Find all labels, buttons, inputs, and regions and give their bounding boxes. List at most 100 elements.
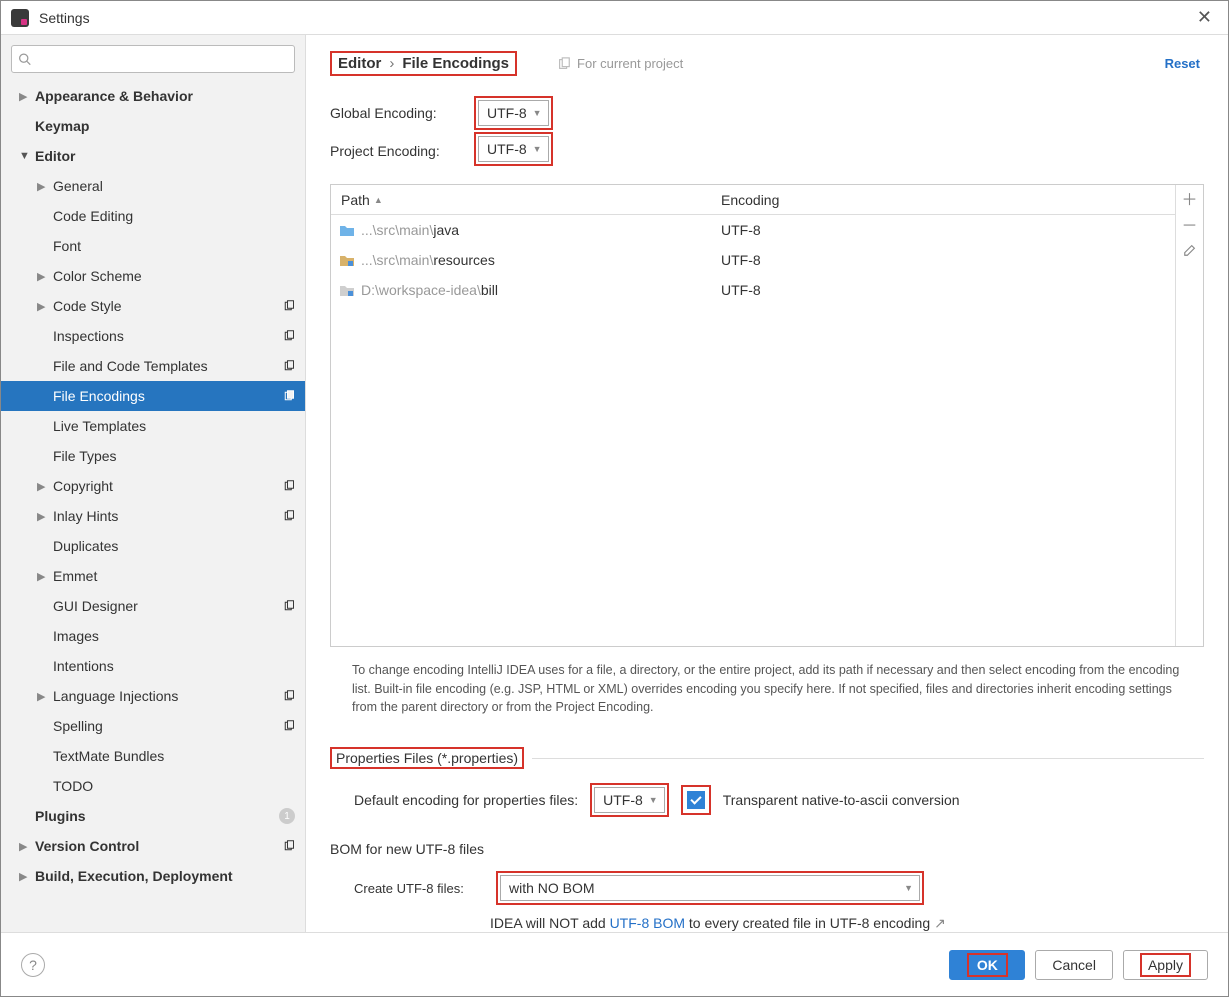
tree-item[interactable]: ▶Language Injections — [1, 681, 305, 711]
tree-item-label: GUI Designer — [53, 598, 283, 614]
help-icon[interactable]: ? — [21, 953, 45, 977]
close-icon[interactable]: ✕ — [1191, 7, 1218, 28]
ok-button[interactable]: OK — [949, 950, 1025, 980]
tree-item[interactable]: Code Editing — [1, 201, 305, 231]
encoding-table: Path ▲ Encoding ...\src\main\javaUTF-8..… — [330, 184, 1204, 647]
create-utf8-combo[interactable]: with NO BOM ▼ — [500, 875, 920, 901]
tree-item[interactable]: TextMate Bundles — [1, 741, 305, 771]
table-row[interactable]: ...\src\main\javaUTF-8 — [331, 215, 1175, 245]
copy-icon — [557, 57, 571, 71]
footer: ? OK Cancel Apply — [1, 932, 1228, 996]
tree-item-label: Keymap — [35, 118, 305, 134]
tree-item[interactable]: Spelling — [1, 711, 305, 741]
settings-tree[interactable]: ▶Appearance & BehaviorKeymap▼Editor▶Gene… — [1, 81, 305, 932]
tree-item-label: Language Injections — [53, 688, 283, 704]
breadcrumb-sep: › — [389, 55, 394, 72]
table-toolbar: ＋ － — [1175, 185, 1203, 646]
td-encoding: UTF-8 — [711, 252, 1175, 268]
cancel-button[interactable]: Cancel — [1035, 950, 1113, 980]
remove-icon[interactable]: － — [1181, 215, 1199, 233]
utf8-bom-link[interactable]: UTF-8 BOM — [610, 915, 685, 931]
add-icon[interactable]: ＋ — [1181, 189, 1199, 207]
body: ▶Appearance & BehaviorKeymap▼Editor▶Gene… — [1, 35, 1228, 932]
tree-item[interactable]: TODO — [1, 771, 305, 801]
table-row[interactable]: ...\src\main\resourcesUTF-8 — [331, 245, 1175, 275]
chevron-down-icon: ▼ — [533, 144, 542, 154]
tree-item-label: Spelling — [53, 718, 283, 734]
breadcrumb-1: Editor — [338, 55, 381, 72]
global-encoding-row: Global Encoding: UTF-8 ▼ — [330, 96, 1204, 130]
search-icon — [18, 52, 31, 66]
tree-item[interactable]: Duplicates — [1, 531, 305, 561]
tree-item-label: Duplicates — [53, 538, 305, 554]
search-field[interactable] — [35, 52, 288, 67]
project-encoding-combo[interactable]: UTF-8 ▼ — [478, 136, 549, 162]
tree-item-label: Inspections — [53, 328, 283, 344]
copy-icon — [283, 330, 295, 342]
content-main: Global Encoding: UTF-8 ▼ Project Encodin… — [306, 88, 1228, 932]
apply-button[interactable]: Apply — [1123, 950, 1208, 980]
bom-section-title: BOM for new UTF-8 files — [330, 841, 1204, 857]
tree-arrow-icon: ▶ — [19, 840, 31, 853]
content: Editor › File Encodings For current proj… — [306, 35, 1228, 932]
tree-item[interactable]: ▶Copyright — [1, 471, 305, 501]
table-row[interactable]: D:\workspace-idea\billUTF-8 — [331, 275, 1175, 305]
properties-section-title: Properties Files (*.properties) — [330, 747, 1204, 769]
th-encoding[interactable]: Encoding — [711, 192, 1175, 208]
global-encoding-combo[interactable]: UTF-8 ▼ — [478, 100, 549, 126]
tree-item[interactable]: Intentions — [1, 651, 305, 681]
edit-icon[interactable] — [1181, 241, 1199, 259]
tree-item[interactable]: ▶Emmet — [1, 561, 305, 591]
tree-item[interactable]: GUI Designer — [1, 591, 305, 621]
tree-item[interactable]: File and Code Templates — [1, 351, 305, 381]
tree-item[interactable]: ▶General — [1, 171, 305, 201]
th-path[interactable]: Path ▲ — [331, 192, 711, 208]
tree-item[interactable]: File Encodings — [1, 381, 305, 411]
tree-item[interactable]: ▶Color Scheme — [1, 261, 305, 291]
transparent-checkbox[interactable] — [687, 791, 705, 809]
project-encoding-row: Project Encoding: UTF-8 ▼ — [330, 136, 1204, 166]
breadcrumb: Editor › File Encodings — [330, 51, 517, 76]
tree-item-label: Live Templates — [53, 418, 305, 434]
td-path: ...\src\main\java — [331, 222, 711, 238]
tree-item-label: File Types — [53, 448, 305, 464]
table-main: Path ▲ Encoding ...\src\main\javaUTF-8..… — [331, 185, 1175, 646]
tree-item[interactable]: Inspections — [1, 321, 305, 351]
tree-item[interactable]: Font — [1, 231, 305, 261]
td-encoding: UTF-8 — [711, 282, 1175, 298]
tree-item-label: Appearance & Behavior — [35, 88, 305, 104]
tree-item[interactable]: ▶Version Control — [1, 831, 305, 861]
tree-item[interactable]: ▶Build, Execution, Deployment — [1, 861, 305, 891]
tree-item[interactable]: File Types — [1, 441, 305, 471]
tree-item[interactable]: ▶Code Style — [1, 291, 305, 321]
tree-item[interactable]: Keymap — [1, 111, 305, 141]
transparent-checkbox-label: Transparent native-to-ascii conversion — [723, 792, 960, 808]
transparent-checkbox-highlight — [681, 785, 711, 815]
properties-encoding-combo[interactable]: UTF-8 ▼ — [594, 787, 665, 813]
tree-item[interactable]: ▼Editor — [1, 141, 305, 171]
tree-arrow-icon: ▶ — [37, 510, 49, 523]
tree-item-label: Images — [53, 628, 305, 644]
tree-item-label: General — [53, 178, 305, 194]
breadcrumb-2: File Encodings — [402, 55, 509, 72]
reset-link[interactable]: Reset — [1165, 56, 1200, 71]
bom-section: BOM for new UTF-8 files Create UTF-8 fil… — [330, 841, 1204, 932]
tree-arrow-icon: ▶ — [37, 570, 49, 583]
tree-item[interactable]: ▶ Inlay Hints — [1, 501, 305, 531]
tree-item-label: Inlay Hints — [53, 508, 283, 524]
tree-arrow-icon: ▶ — [37, 300, 49, 313]
tree-arrow-icon: ▼ — [19, 150, 31, 162]
copy-icon — [283, 390, 295, 402]
tree-arrow-icon: ▶ — [37, 270, 49, 283]
bom-row: Create UTF-8 files: with NO BOM ▼ — [330, 871, 1204, 905]
tree-item[interactable]: Plugins1 — [1, 801, 305, 831]
copy-icon — [283, 600, 295, 612]
chevron-down-icon: ▼ — [649, 795, 658, 805]
global-encoding-highlight: UTF-8 ▼ — [474, 96, 553, 130]
search-input[interactable] — [11, 45, 295, 73]
tree-item[interactable]: Live Templates — [1, 411, 305, 441]
tree-item[interactable]: Images — [1, 621, 305, 651]
td-path: D:\workspace-idea\bill — [331, 282, 711, 298]
window-title: Settings — [39, 10, 1191, 26]
tree-item[interactable]: ▶Appearance & Behavior — [1, 81, 305, 111]
